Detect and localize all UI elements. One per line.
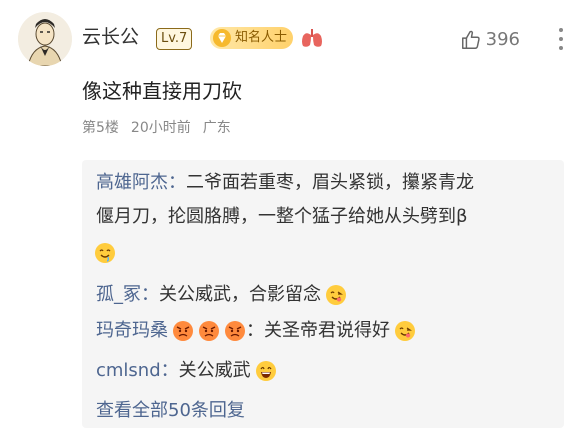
more-options-icon[interactable] (556, 26, 566, 52)
guan-yu-avatar-icon (18, 12, 72, 66)
reply-item[interactable]: 高雄阿杰：二爷面若重枣，眉头紧锁，攥紧青龙 (96, 168, 474, 198)
reply-text: 关公威武，合影留念 (159, 284, 321, 305)
thumbs-up-icon (461, 30, 480, 49)
reply-author[interactable]: 孤_冢： (96, 284, 159, 305)
comment-location: 广东 (202, 120, 231, 136)
reply-text: 关公威武 (178, 360, 251, 381)
reply-text: 偃月刀，抡圆胳膊，一整个猛子给她从头劈到β (96, 206, 468, 227)
drool-emoji-icon (95, 243, 115, 263)
reply-author[interactable]: cmlsnd： (96, 360, 179, 381)
reply-text: ：关圣帝君说得好 (246, 320, 390, 341)
grin-emoji-icon (255, 361, 276, 381)
reply-item[interactable]: 玛奇玛桑 ：关圣帝君说得好 (96, 316, 416, 346)
lungs-icon (302, 29, 322, 47)
floor-number: 第5楼 (82, 120, 119, 136)
angry-emoji-icon (173, 321, 193, 341)
reply-item[interactable]: cmlsnd：关公威武 (96, 356, 277, 386)
fame-badge: 知名人士 (210, 27, 294, 49)
level-badge: Lv.7 (156, 28, 193, 50)
yum-emoji-icon (326, 285, 346, 305)
fame-badge-label: 知名人士 (235, 30, 288, 45)
comment-time: 20小时前 (130, 120, 191, 136)
reply-emoji-row (94, 238, 116, 268)
username[interactable]: 云长公 (82, 22, 139, 52)
like-button[interactable]: 396 (460, 28, 520, 52)
diamond-icon (213, 29, 231, 47)
reply-author[interactable]: 高雄阿杰： (96, 172, 186, 193)
avatar[interactable] (18, 12, 72, 66)
reply-text-line-1: 二爷面若重枣，眉头紧锁，攥紧青龙 (186, 172, 474, 193)
reply-list: 高雄阿杰：二爷面若重枣，眉头紧锁，攥紧青龙 偃月刀，抡圆胳膊，一整个猛子给她从头… (82, 160, 564, 428)
view-all-replies-link[interactable]: 查看全部50条回复 (96, 396, 245, 426)
reply-text-line-2: 偃月刀，抡圆胳膊，一整个猛子给她从头劈到β (96, 202, 468, 232)
angry-emoji-icon (225, 321, 245, 341)
comment-meta: 第5楼 20小时前 广东 (82, 117, 231, 139)
reply-item[interactable]: 孤_冢：关公威武，合影留念 (96, 280, 347, 310)
comment-header: 云长公 Lv.7 知名人士 396 (18, 12, 566, 66)
comment-text: 像这种直接用刀砍 (82, 79, 242, 103)
angry-emoji-icon (199, 321, 219, 341)
comment-card: 云长公 Lv.7 知名人士 396 像这种直接用刀砍 第5楼 20小时前 广东 … (0, 0, 580, 428)
yum-emoji-icon (395, 321, 415, 341)
reply-author[interactable]: 玛奇玛桑 (96, 320, 168, 341)
like-count: 396 (485, 29, 520, 50)
